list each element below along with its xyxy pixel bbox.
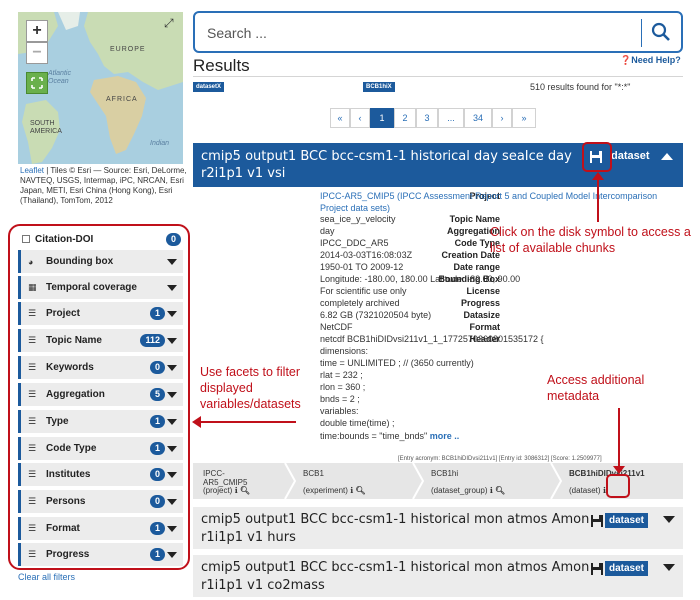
search-icon[interactable]: 🔍︎ xyxy=(495,486,505,495)
map-label-africa: AFRICA xyxy=(106,96,138,103)
search-icon[interactable]: 🔍︎ xyxy=(240,486,250,495)
header-line: rlon = 360 ; xyxy=(320,382,366,392)
field-value: netcdf BCB1hiDIDvsi211v1_1_1772570360801… xyxy=(320,334,544,344)
header-line: time = UNLIMITED ; // (3650 currently) xyxy=(320,358,474,368)
page-next-button[interactable]: › xyxy=(492,108,512,128)
map-view[interactable]: EUROPE Atlantic Ocean AFRICA SOUTH AMERI… xyxy=(18,12,183,164)
result-1-dataset-label[interactable]: dataset xyxy=(611,150,650,162)
chevron-down-icon[interactable] xyxy=(663,564,675,571)
page-last-button[interactable]: » xyxy=(512,108,536,128)
field-value: For scientific use only xyxy=(320,286,407,296)
draw-area-icon xyxy=(31,77,43,89)
hierarchy-title: IPCC-AR5_CMIP5 xyxy=(203,469,248,487)
hierarchy-title: BCB1hi xyxy=(431,469,459,478)
field-value: Longitude: -180.00, 180.00 Latitude: -82… xyxy=(320,274,521,284)
search-icon[interactable] xyxy=(651,22,671,42)
info-icon[interactable]: ℹ xyxy=(490,486,493,495)
field-key: Datasize xyxy=(463,310,500,320)
result-3-dataset-button[interactable]: dataset xyxy=(605,561,649,576)
filter-tag-dataset[interactable]: datasetX xyxy=(193,82,225,92)
hierarchy-title: BCB1 xyxy=(303,469,324,478)
map-credit-text: | Tiles © Esri — Source: Esri, DeLorme, … xyxy=(20,166,187,205)
results-divider xyxy=(193,76,683,77)
field-value: IPCC_DDC_AR5 xyxy=(320,238,389,248)
field-value: day xyxy=(320,226,335,236)
header-line: dimensions: xyxy=(320,346,369,356)
map-label-atlantic: Atlantic Ocean xyxy=(48,70,71,85)
result-1-title[interactable]: cmip5 output1 BCC bcc-csm1-1 historical … xyxy=(201,148,581,182)
facets-highlight xyxy=(8,224,190,570)
chevron-up-icon[interactable] xyxy=(661,153,673,160)
field-key: Progress xyxy=(460,298,500,308)
project-link[interactable]: IPCC-AR5_CMIP5 (IPCC Assessment Report 5… xyxy=(320,190,670,214)
header-line: time:bounds = "time_bnds" xyxy=(320,431,428,441)
page-first-button[interactable]: « xyxy=(330,108,350,128)
page-3-button[interactable]: 3 xyxy=(416,108,438,128)
header-line: variables: xyxy=(320,406,359,416)
help-icon: ❓ xyxy=(620,55,632,65)
map-label-indian: Indian xyxy=(150,140,170,147)
more-link[interactable]: more .. xyxy=(430,431,460,441)
results-heading: Results xyxy=(193,56,250,75)
page-ellipsis: ... xyxy=(438,108,464,128)
fullscreen-icon[interactable]: ⤢ xyxy=(164,16,174,31)
search-divider xyxy=(641,19,642,47)
map-label-south-america: SOUTH AMERICA xyxy=(30,120,62,135)
field-key: Code Type xyxy=(454,238,500,248)
field-key: Format xyxy=(469,322,500,332)
search-icon[interactable]: 🔍︎ xyxy=(355,486,365,495)
result-2-dataset-button[interactable]: dataset xyxy=(605,513,649,528)
page-prev-button[interactable]: ‹ xyxy=(350,108,370,128)
need-help-link[interactable]: ❓Need Help? xyxy=(620,55,681,66)
result-3-title[interactable]: cmip5 output1 BCC bcc-csm1-1 historical … xyxy=(201,559,591,595)
filter-tag-bcb1hi[interactable]: BCB1hiX xyxy=(363,82,395,92)
info-icon[interactable]: ℹ xyxy=(350,486,353,495)
disk-icon[interactable] xyxy=(591,515,603,527)
result-3[interactable]: cmip5 output1 BCC bcc-csm1-1 historical … xyxy=(193,555,683,597)
info-icon[interactable]: ℹ xyxy=(235,486,238,495)
entry-info: [Entry acronym: BCB1hiDIDvsi211v1] [Entr… xyxy=(398,456,602,462)
field-key: Date range xyxy=(453,262,500,272)
result-2-title[interactable]: cmip5 output1 BCC bcc-csm1-1 historical … xyxy=(201,511,591,547)
disk-icon[interactable] xyxy=(591,563,603,575)
hierarchy-sub: (dataset_group) xyxy=(431,486,488,495)
field-value: NetCDF xyxy=(320,322,353,332)
page-2-button[interactable]: 2 xyxy=(394,108,416,128)
map-attribution: Leaflet | Tiles © Esri — Source: Esri, D… xyxy=(20,166,190,206)
hierarchy-sub: (experiment) xyxy=(303,486,348,495)
field-value: sea_ice_y_velocity xyxy=(320,214,396,224)
map-label-europe: EUROPE xyxy=(110,46,146,53)
draw-rectangle-button[interactable] xyxy=(26,72,48,94)
annotation-metadata: Access additional metadata xyxy=(547,373,645,403)
page-1-button[interactable]: 1 xyxy=(370,108,394,128)
field-value: 6.82 GB (7321020504 byte) xyxy=(320,310,432,320)
header-line: bnds = 2 ; xyxy=(320,394,360,404)
search-input[interactable] xyxy=(207,23,627,43)
results-count: 510 results found for "*:*" xyxy=(530,82,631,92)
annotation-facets: Use facets to filter displayed variables… xyxy=(200,365,301,411)
leaflet-link[interactable]: Leaflet xyxy=(20,166,44,175)
annotation-disk: Click on the disk symbol to access a lis… xyxy=(490,225,691,255)
need-help-label: Need Help? xyxy=(631,55,681,65)
field-key: Creation Date xyxy=(441,250,500,260)
field-key: Topic Name xyxy=(449,214,500,224)
hierarchy-sub: (project) xyxy=(203,486,233,495)
clear-all-filters-link[interactable]: Clear all filters xyxy=(18,572,75,582)
metadata-highlight xyxy=(606,474,630,498)
field-value: 1950-01 TO 2009-12 xyxy=(320,262,404,272)
result-2[interactable]: cmip5 output1 BCC bcc-csm1-1 historical … xyxy=(193,507,683,549)
disk-highlight xyxy=(582,142,612,172)
chevron-down-icon[interactable] xyxy=(663,516,675,523)
page-34-button[interactable]: 34 xyxy=(464,108,492,128)
search-box xyxy=(193,11,683,53)
zoom-in-button[interactable]: + xyxy=(26,20,48,42)
field-key: License xyxy=(466,286,500,296)
header-line: rlat = 232 ; xyxy=(320,370,363,380)
field-value: completely archived xyxy=(320,298,400,308)
field-key: Aggregation xyxy=(447,226,500,236)
field-value: 2014-03-03T16:08:03Z xyxy=(320,250,413,260)
header-line: double time(time) ; xyxy=(320,418,395,428)
hierarchy-sub: (dataset) xyxy=(569,486,601,495)
zoom-out-button[interactable]: − xyxy=(26,42,48,64)
